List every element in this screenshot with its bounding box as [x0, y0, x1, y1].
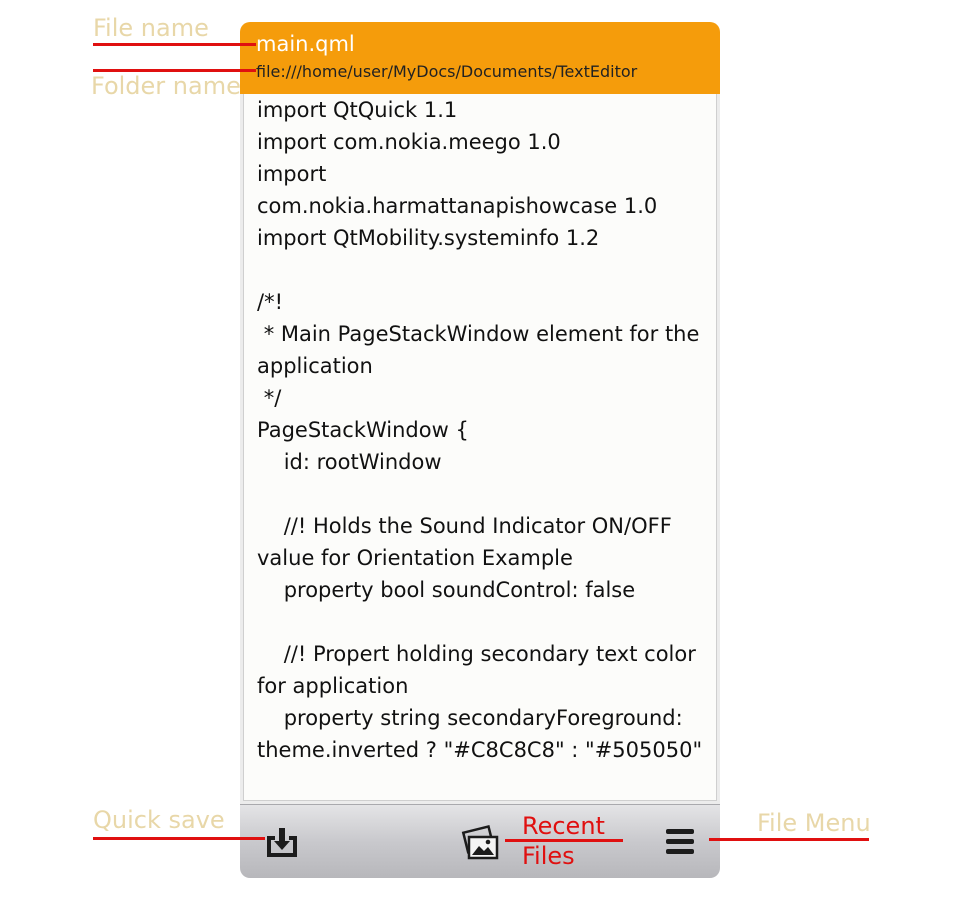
- annotation-recent-files-2: Files: [522, 842, 575, 870]
- quick-save-button[interactable]: [262, 822, 302, 862]
- annotation-line-quick-save: [93, 837, 265, 840]
- save-download-icon: [267, 828, 297, 857]
- folder-path-label: file:///home/user/MyDocs/Documents/TextE…: [256, 62, 638, 81]
- bottom-toolbar: [240, 804, 720, 878]
- file-name-label: main.qml: [256, 32, 355, 56]
- annotation-recent-files-1: Recent: [522, 812, 605, 840]
- annotation-line-file-name: [93, 43, 256, 46]
- recent-files-button[interactable]: [460, 822, 500, 862]
- text-area[interactable]: import QtQuick 1.1 import com.nokia.meeg…: [243, 94, 717, 801]
- annotation-folder-name: Folder name: [91, 72, 241, 100]
- text-editor-app: main.qml file:///home/user/MyDocs/Docume…: [240, 22, 720, 878]
- gallery-icon: [461, 824, 499, 860]
- editor-area: import QtQuick 1.1 import com.nokia.meeg…: [240, 94, 720, 804]
- annotation-file-name: File name: [93, 14, 209, 42]
- menu-icon: [666, 829, 694, 854]
- annotation-line-file-menu: [709, 838, 869, 841]
- annotation-quick-save: Quick save: [93, 806, 225, 834]
- title-header[interactable]: main.qml file:///home/user/MyDocs/Docume…: [240, 22, 720, 94]
- editor-text[interactable]: import QtQuick 1.1 import com.nokia.meeg…: [257, 94, 705, 766]
- annotation-file-menu: File Menu: [757, 809, 871, 837]
- file-menu-button[interactable]: [660, 822, 700, 862]
